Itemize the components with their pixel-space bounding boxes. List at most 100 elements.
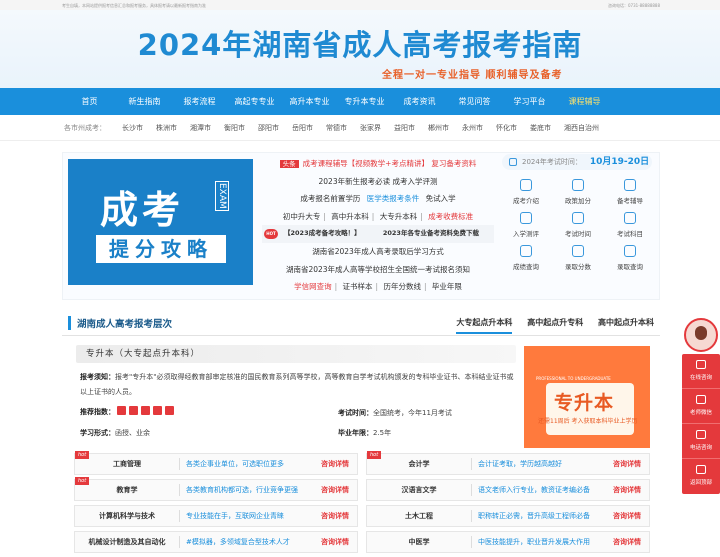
phone-button[interactable]: 电话咨询 [682, 424, 720, 459]
hot-badge: HOT [264, 229, 278, 240]
news-link[interactable]: 2023年新生报考必读 成考入学评测 [319, 177, 438, 186]
quick-link[interactable]: 录取分数 [556, 245, 600, 271]
major-item[interactable]: hot 教育学 各类教育机构都可选，行业竞争更强 咨询详情 [74, 477, 358, 501]
quick-link[interactable]: 成绩查询 [504, 245, 548, 271]
major-item[interactable]: hot 工商管理 各类企事业单位，可选职位更多 咨询详情 [74, 451, 358, 475]
news-link[interactable]: 毕业年限 [432, 282, 462, 291]
news-link[interactable]: 成考报名前置学历 [300, 194, 360, 203]
consult-link[interactable]: 咨询详情 [321, 506, 349, 526]
city-link[interactable]: 怀化市 [496, 123, 517, 133]
star-icon [141, 406, 151, 415]
nav-college-to-bachelor[interactable]: 专升本专业 [337, 96, 392, 107]
promo-poster[interactable]: PROFESSIONAL TO UNDERGRADUATE 专升本 还需11周后… [524, 346, 650, 448]
news-link[interactable]: 初中升大专 [283, 212, 321, 221]
news-link[interactable]: 成考收费标准 [428, 212, 473, 221]
consult-link[interactable]: 咨询详情 [321, 454, 349, 474]
nav-news[interactable]: 成考资讯 [392, 96, 447, 107]
consult-link[interactable]: 咨询详情 [613, 506, 641, 526]
poster-sub: 还需11周后 考入获取本科毕业上学历 [538, 418, 638, 425]
city-link[interactable]: 湘潭市 [190, 123, 211, 133]
nav-faq[interactable]: 常见问答 [447, 96, 502, 107]
city-link[interactable]: 益阳市 [394, 123, 415, 133]
consult-link[interactable]: 咨询详情 [321, 480, 349, 500]
main-nav: 首页 新生指南 报考流程 高起专专业 高升本专业 专升本专业 成考资讯 常见问答… [0, 88, 720, 115]
quick-link[interactable]: 考试时间 [556, 212, 600, 238]
headline-link[interactable]: 成考课程辅导【视频教学+考点精讲】 复习备考资料 [303, 159, 477, 168]
promo-slider[interactable]: 成考 EXAM 提分攻略 [68, 159, 253, 285]
back-to-top-button[interactable]: 返回顶部 [682, 459, 720, 494]
tab-high-to-bachelor[interactable]: 高中起点升本科 [598, 318, 654, 327]
major-name: 计算机科学与技术 [99, 512, 155, 520]
major-item[interactable]: 汉语言文学 语文老师入行专业，教资证考编必备 咨询详情 [366, 479, 650, 501]
consult-link[interactable]: 咨询详情 [321, 532, 349, 552]
major-name: 中医学 [408, 538, 430, 546]
nav-high-to-bachelor[interactable]: 高升本专业 [282, 96, 337, 107]
news-link[interactable]: 历年分数线 [383, 282, 421, 291]
admission-icon [624, 245, 636, 257]
consult-link[interactable]: 咨询详情 [613, 454, 641, 474]
band-link[interactable]: 【2023成考备考攻略！】 [284, 229, 361, 237]
band-link[interactable]: 2023年各专业备考资料免费下载 [383, 229, 479, 237]
major-name: 工商管理 [113, 460, 141, 468]
quick-link[interactable]: 录取查询 [608, 245, 652, 271]
tab-college-to-bachelor[interactable]: 大专起点升本科 [456, 318, 513, 334]
test-icon [520, 212, 532, 224]
online-chat-button[interactable]: 在线咨询 [682, 354, 720, 389]
major-item[interactable]: 土木工程 职称转正必需，晋升高级工程师必备 咨询详情 [366, 505, 650, 527]
city-link[interactable]: 张家界 [360, 123, 381, 133]
wechat-button[interactable]: 老师微信 [682, 389, 720, 424]
news-link[interactable]: 高中升本科 [331, 212, 369, 221]
major-desc: 会计证考取，学历越高越好 [471, 458, 562, 470]
city-link[interactable]: 郴州市 [428, 123, 449, 133]
headline-row[interactable]: 头条 成考课程辅导【视频教学+考点精讲】 复习备考资料 [262, 155, 494, 173]
nav-guide[interactable]: 新生指南 [117, 96, 172, 107]
consult-link[interactable]: 咨询详情 [613, 480, 641, 500]
exam-date-bar: 2024年考试时间： 10月19-20日 [502, 154, 652, 170]
nav-high-to-college[interactable]: 高起专专业 [227, 96, 282, 107]
news-link[interactable]: 免试入学 [426, 194, 456, 203]
city-link[interactable]: 湘西自治州 [564, 123, 599, 133]
city-link[interactable]: 长沙市 [122, 123, 143, 133]
major-name: 教育学 [116, 486, 138, 494]
major-desc: 专业技能在手，互联网企业青睐 [179, 510, 284, 522]
tab-high-to-college[interactable]: 高中起点升专科 [527, 318, 583, 327]
site-banner: 2024年湖南省成人高考报考指南 全程一对一专业指导 顺利辅导及备考 [0, 10, 720, 88]
city-link[interactable]: 永州市 [462, 123, 483, 133]
quick-link[interactable]: 成考介绍 [504, 179, 548, 205]
news-band[interactable]: HOT 【2023成考备考攻略！】 2023年各专业备考资料免费下载 [262, 225, 494, 243]
nav-process[interactable]: 报考流程 [172, 96, 227, 107]
news-link[interactable]: 医学类报考条件 [367, 194, 420, 203]
city-link[interactable]: 邵阳市 [258, 123, 279, 133]
advisor-avatar[interactable] [684, 318, 718, 352]
news-link[interactable]: 证书样本 [343, 282, 373, 291]
news-link[interactable]: 湖南省2023年成人高考录取后学习方式 [312, 247, 444, 256]
city-link[interactable]: 株洲市 [156, 123, 177, 133]
city-link[interactable]: 常德市 [326, 123, 347, 133]
city-link[interactable]: 娄底市 [530, 123, 551, 133]
news-row: 学信网查询 | 证书样本 | 历年分数线 | 毕业年限 [294, 282, 462, 292]
news-link[interactable]: 学信网查询 [294, 282, 332, 291]
chat-icon [696, 360, 706, 369]
wechat-icon [696, 395, 706, 404]
quick-link[interactable]: 入学测评 [504, 212, 548, 238]
intro-icon [520, 179, 532, 191]
consult-link[interactable]: 咨询详情 [613, 532, 641, 552]
majors-row: 计算机科学与技术 专业技能在手，互联网企业青睐 咨询详情 土木工程 职称转正必需，晋升高… [74, 505, 650, 527]
major-item[interactable]: hot 会计学 会计证考取，学历越高越好 咨询详情 [366, 451, 650, 475]
city-link[interactable]: 衡阳市 [224, 123, 245, 133]
major-item[interactable]: 机械设计制造及其自动化 #模拟器，多领域复合型技术人才 咨询详情 [74, 531, 358, 553]
star-icon [153, 406, 163, 415]
nav-course[interactable]: 课程辅导 [557, 96, 612, 107]
major-item[interactable]: 中医学 中医技能提升，职业晋升发展大作用 咨询详情 [366, 531, 650, 553]
quick-link[interactable]: 政策加分 [556, 179, 600, 205]
quick-link[interactable]: 考试科目 [608, 212, 652, 238]
site-title: 2024年湖南省成人高考报考指南 [137, 28, 583, 62]
calendar-icon [509, 158, 517, 166]
nav-home[interactable]: 首页 [62, 96, 117, 107]
news-link[interactable]: 湖南省2023年成人高等学校招生全国统一考试报名须知 [286, 265, 470, 274]
city-link[interactable]: 岳阳市 [292, 123, 313, 133]
nav-platform[interactable]: 学习平台 [502, 96, 557, 107]
quick-link[interactable]: 备考辅导 [608, 179, 652, 205]
major-item[interactable]: 计算机科学与技术 专业技能在手，互联网企业青睐 咨询详情 [74, 505, 358, 527]
news-link[interactable]: 大专升本科 [380, 212, 418, 221]
